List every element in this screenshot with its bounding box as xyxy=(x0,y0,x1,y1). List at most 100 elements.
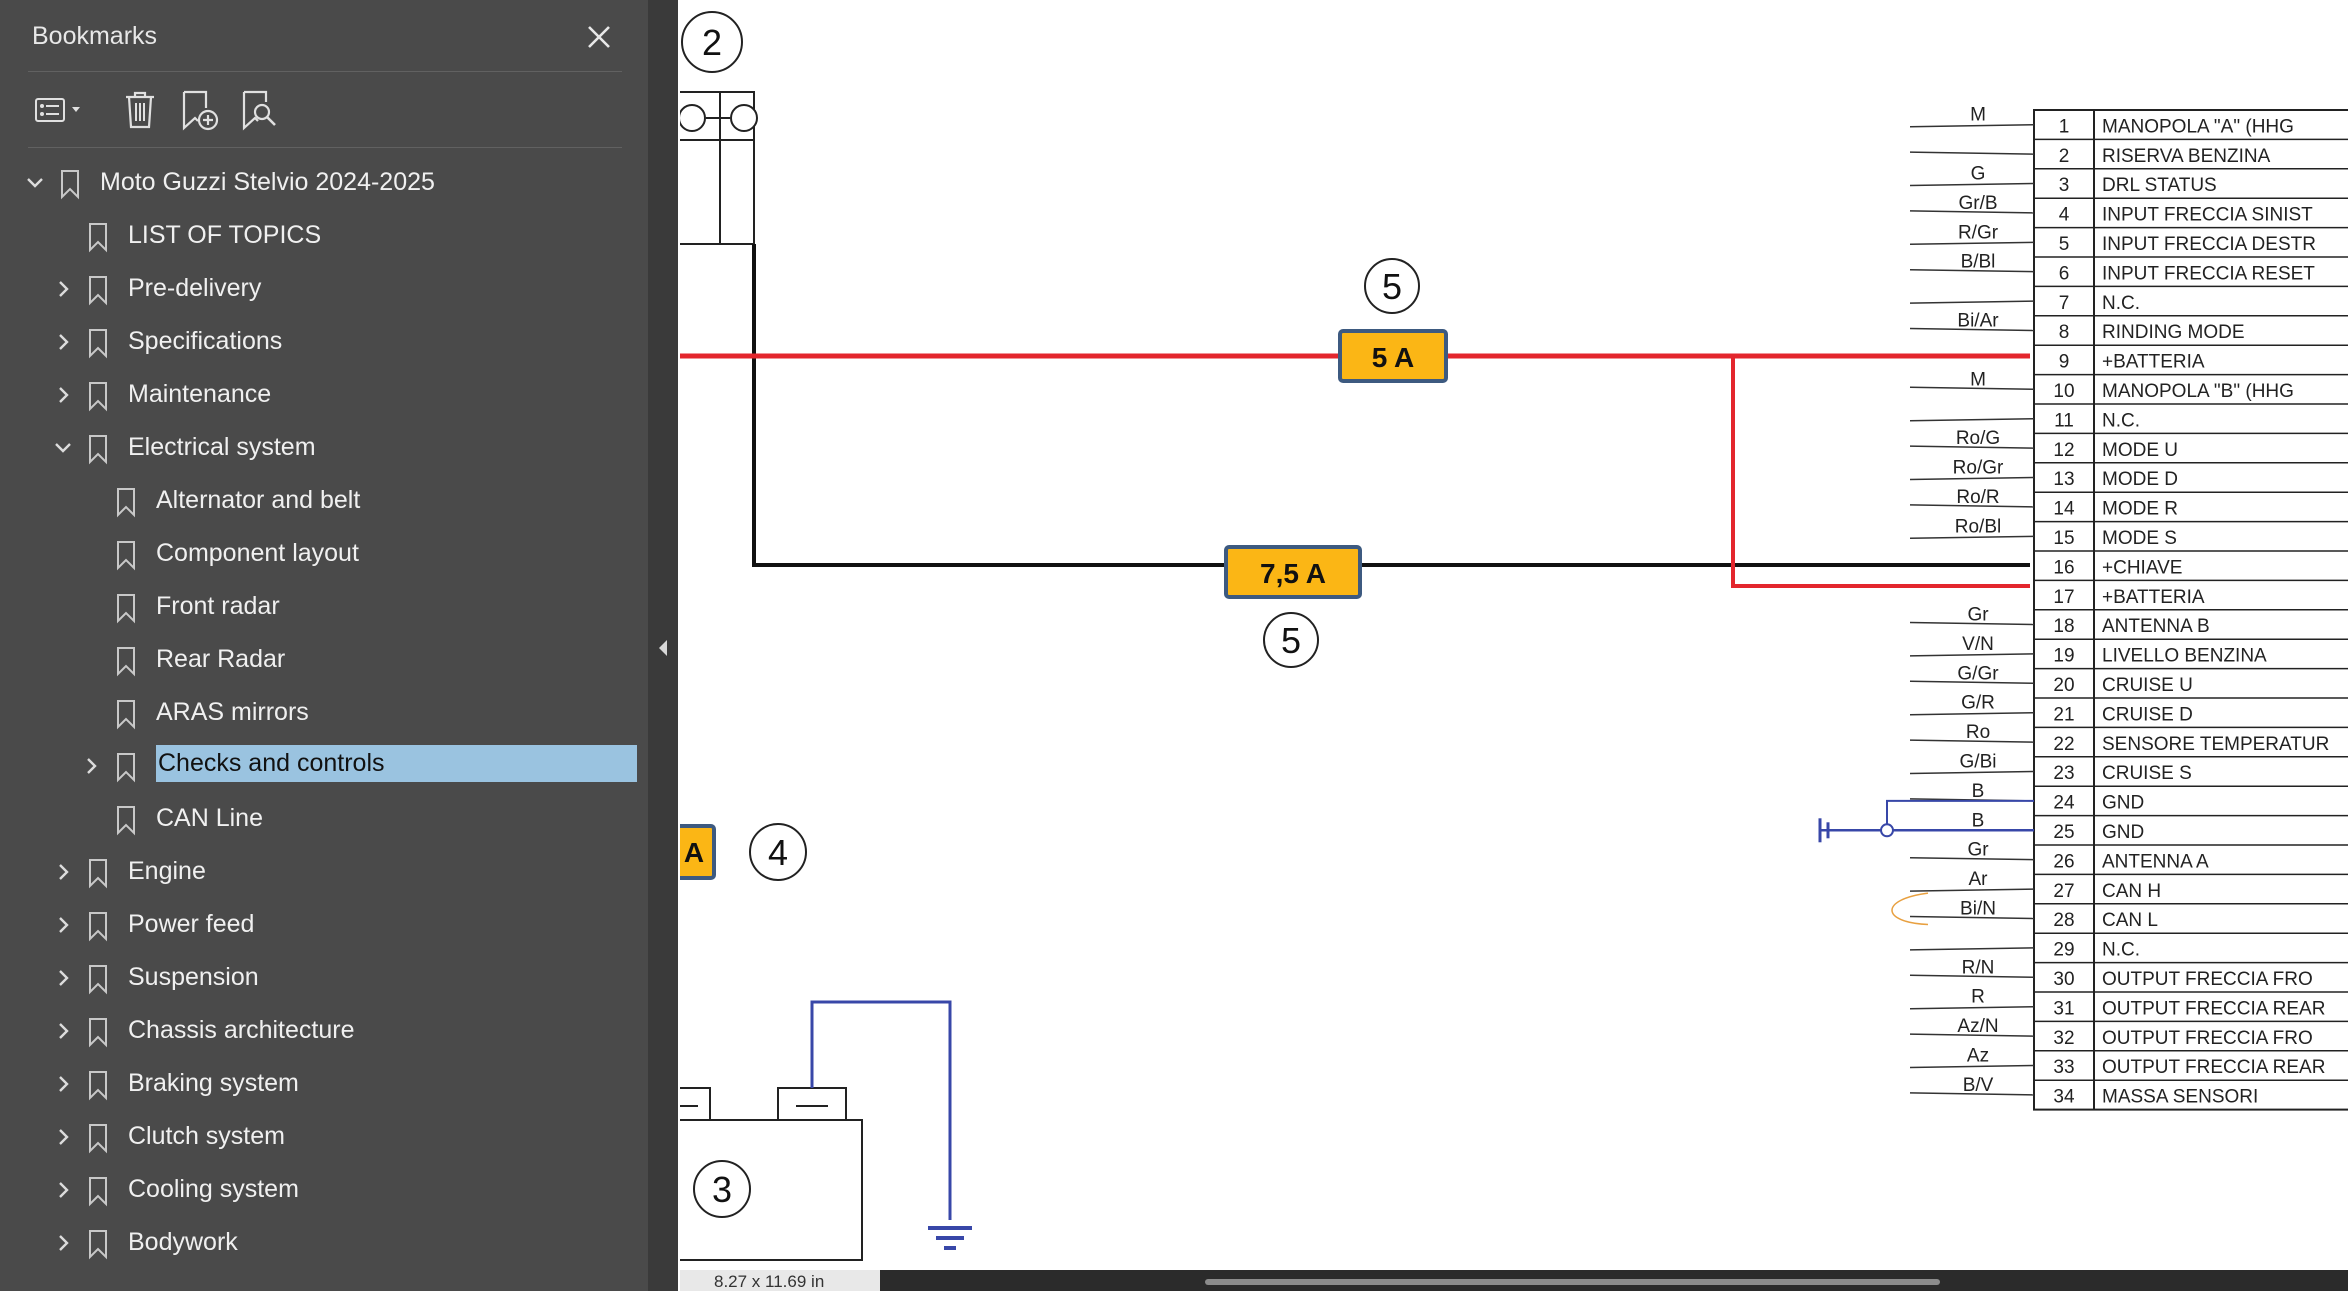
bookmark-label: Moto Guzzi Stelvio 2024-2025 xyxy=(100,168,435,196)
bookmark-item[interactable]: Component layout xyxy=(0,529,648,579)
bookmark-item[interactable]: Pre-delivery xyxy=(0,264,648,314)
chevron-right-icon[interactable] xyxy=(50,1230,76,1256)
chevron-right-icon[interactable] xyxy=(50,329,76,355)
chevron-right-icon[interactable] xyxy=(78,753,104,779)
pin-number: 32 xyxy=(2053,1028,2074,1049)
bookmark-icon xyxy=(61,170,79,200)
bookmark-item[interactable]: ARAS mirrors xyxy=(0,688,648,738)
pin-number: 5 xyxy=(2059,234,2070,255)
bookmark-item[interactable]: Checks and controls xyxy=(0,741,648,791)
wire-color-code: Gr/B xyxy=(1958,193,1997,214)
add-bookmark-button[interactable] xyxy=(176,86,224,134)
options-menu-button[interactable] xyxy=(30,86,92,134)
wire-color-code: Az/N xyxy=(1957,1016,1998,1037)
page-size-label: 8.27 x 11.69 in xyxy=(680,1270,880,1291)
chevron-right-icon[interactable] xyxy=(50,965,76,991)
panel-resize-handle[interactable] xyxy=(648,0,678,1291)
bookmark-label: Specifications xyxy=(128,327,283,355)
pin-number: 2 xyxy=(2059,146,2070,167)
options-menu-icon xyxy=(35,98,80,122)
find-bookmark-button[interactable] xyxy=(236,86,284,134)
bookmark-item[interactable]: Clutch system xyxy=(0,1112,648,1162)
callout-number: 5 xyxy=(1281,620,1301,661)
bookmark-icon xyxy=(89,382,107,412)
bookmark-item[interactable]: Suspension xyxy=(0,953,648,1003)
pin-label: DRL STATUS xyxy=(2102,175,2217,196)
wire-color-code: Ro xyxy=(1966,722,1990,743)
fuse-rating: 7,5 A xyxy=(1260,558,1326,589)
bookmark-item[interactable]: Power feed xyxy=(0,900,648,950)
pin-label: LIVELLO BENZINA xyxy=(2102,646,2267,667)
bookmark-item[interactable]: Alternator and belt xyxy=(0,476,648,526)
pin-label: MODE D xyxy=(2102,469,2178,490)
bookmark-item[interactable]: LIST OF TOPICS xyxy=(0,211,648,261)
close-icon xyxy=(588,26,610,48)
pin-label: MODE U xyxy=(2102,440,2178,461)
bookmark-icon xyxy=(89,965,107,995)
bookmark-item[interactable]: Braking system xyxy=(0,1059,648,1109)
chevron-right-icon[interactable] xyxy=(50,1177,76,1203)
wire-color-code: B xyxy=(1972,810,1985,831)
delete-bookmark-button[interactable] xyxy=(116,86,164,134)
bookmark-label: Suspension xyxy=(128,963,259,991)
chevron-right-icon[interactable] xyxy=(50,859,76,885)
bookmark-item[interactable]: Rear Radar xyxy=(0,635,648,685)
wire-color-code: B/Bl xyxy=(1961,252,1996,273)
wire-color-code: V/N xyxy=(1962,634,1994,655)
chevron-right-icon[interactable] xyxy=(50,912,76,938)
pin-number: 17 xyxy=(2053,587,2074,608)
pin-number: 9 xyxy=(2059,352,2070,373)
chevron-right-icon[interactable] xyxy=(50,1018,76,1044)
chevron-right-icon[interactable] xyxy=(50,276,76,302)
wire-color-code: R xyxy=(1971,987,1985,1008)
chevron-right-icon[interactable] xyxy=(50,1124,76,1150)
bookmark-item[interactable]: Moto Guzzi Stelvio 2024-2025 xyxy=(0,158,648,208)
chevron-right-icon[interactable] xyxy=(50,382,76,408)
bookmark-label: Braking system xyxy=(128,1069,299,1097)
pin-number: 19 xyxy=(2053,646,2074,667)
bookmark-icon xyxy=(89,1177,107,1207)
wire-color-code: B/V xyxy=(1963,1075,1994,1096)
pin-label: +CHIAVE xyxy=(2102,557,2182,578)
bookmark-icon xyxy=(89,1018,107,1048)
bookmark-icon xyxy=(89,1230,107,1260)
bookmark-label: ARAS mirrors xyxy=(156,698,309,726)
document-view[interactable]: 25 A 5 7,5 A 5 A 4 3 1 MANOPOLA "A" (HHG M 2 RISERV… xyxy=(680,0,2348,1270)
close-panel-button[interactable] xyxy=(580,18,618,56)
bookmark-item[interactable]: CAN Line xyxy=(0,794,648,844)
bookmark-item[interactable]: Maintenance xyxy=(0,370,648,420)
bookmark-label: LIST OF TOPICS xyxy=(128,221,322,249)
pin-number: 30 xyxy=(2053,969,2074,990)
bookmark-item[interactable]: Front radar xyxy=(0,582,648,632)
chevron-down-icon[interactable] xyxy=(22,170,48,196)
bookmark-item[interactable]: Chassis architecture xyxy=(0,1006,648,1056)
pin-number: 13 xyxy=(2053,469,2074,490)
callout-number: 3 xyxy=(712,1169,732,1210)
bookmark-item[interactable]: Engine xyxy=(0,847,648,897)
wire-color-code: G/Gr xyxy=(1957,663,1999,684)
wire-stub xyxy=(1909,151,2035,155)
bookmark-icon xyxy=(89,329,107,359)
callout-number: 5 xyxy=(1382,266,1402,307)
pin-number: 24 xyxy=(2053,793,2075,814)
bookmark-label: CAN Line xyxy=(156,804,263,832)
pin-number: 22 xyxy=(2053,734,2074,755)
wire-color-code: Ro/G xyxy=(1956,428,2000,449)
pin-label: OUTPUT FRECCIA REAR xyxy=(2102,1057,2325,1078)
pin-label: GND xyxy=(2102,793,2144,814)
header-divider xyxy=(28,71,622,72)
bookmark-item[interactable]: Specifications xyxy=(0,317,648,367)
chevron-right-icon[interactable] xyxy=(50,1071,76,1097)
pin-label: INPUT FRECCIA RESET xyxy=(2102,263,2315,284)
chevron-down-icon[interactable] xyxy=(50,435,76,461)
pin-label: OUTPUT FRECCIA FRO xyxy=(2102,969,2313,990)
bookmark-item[interactable]: Cooling system xyxy=(0,1165,648,1215)
bookmark-item[interactable]: Bodywork xyxy=(0,1218,648,1268)
bookmark-item[interactable]: Electrical system xyxy=(0,423,648,473)
bookmark-icon xyxy=(89,223,107,253)
pin-label: CAN H xyxy=(2102,881,2161,902)
bookmark-icon xyxy=(117,541,135,571)
bookmark-label: Chassis architecture xyxy=(128,1016,355,1044)
horizontal-scrollbar[interactable] xyxy=(1205,1279,1940,1285)
pin-number: 7 xyxy=(2059,293,2070,314)
